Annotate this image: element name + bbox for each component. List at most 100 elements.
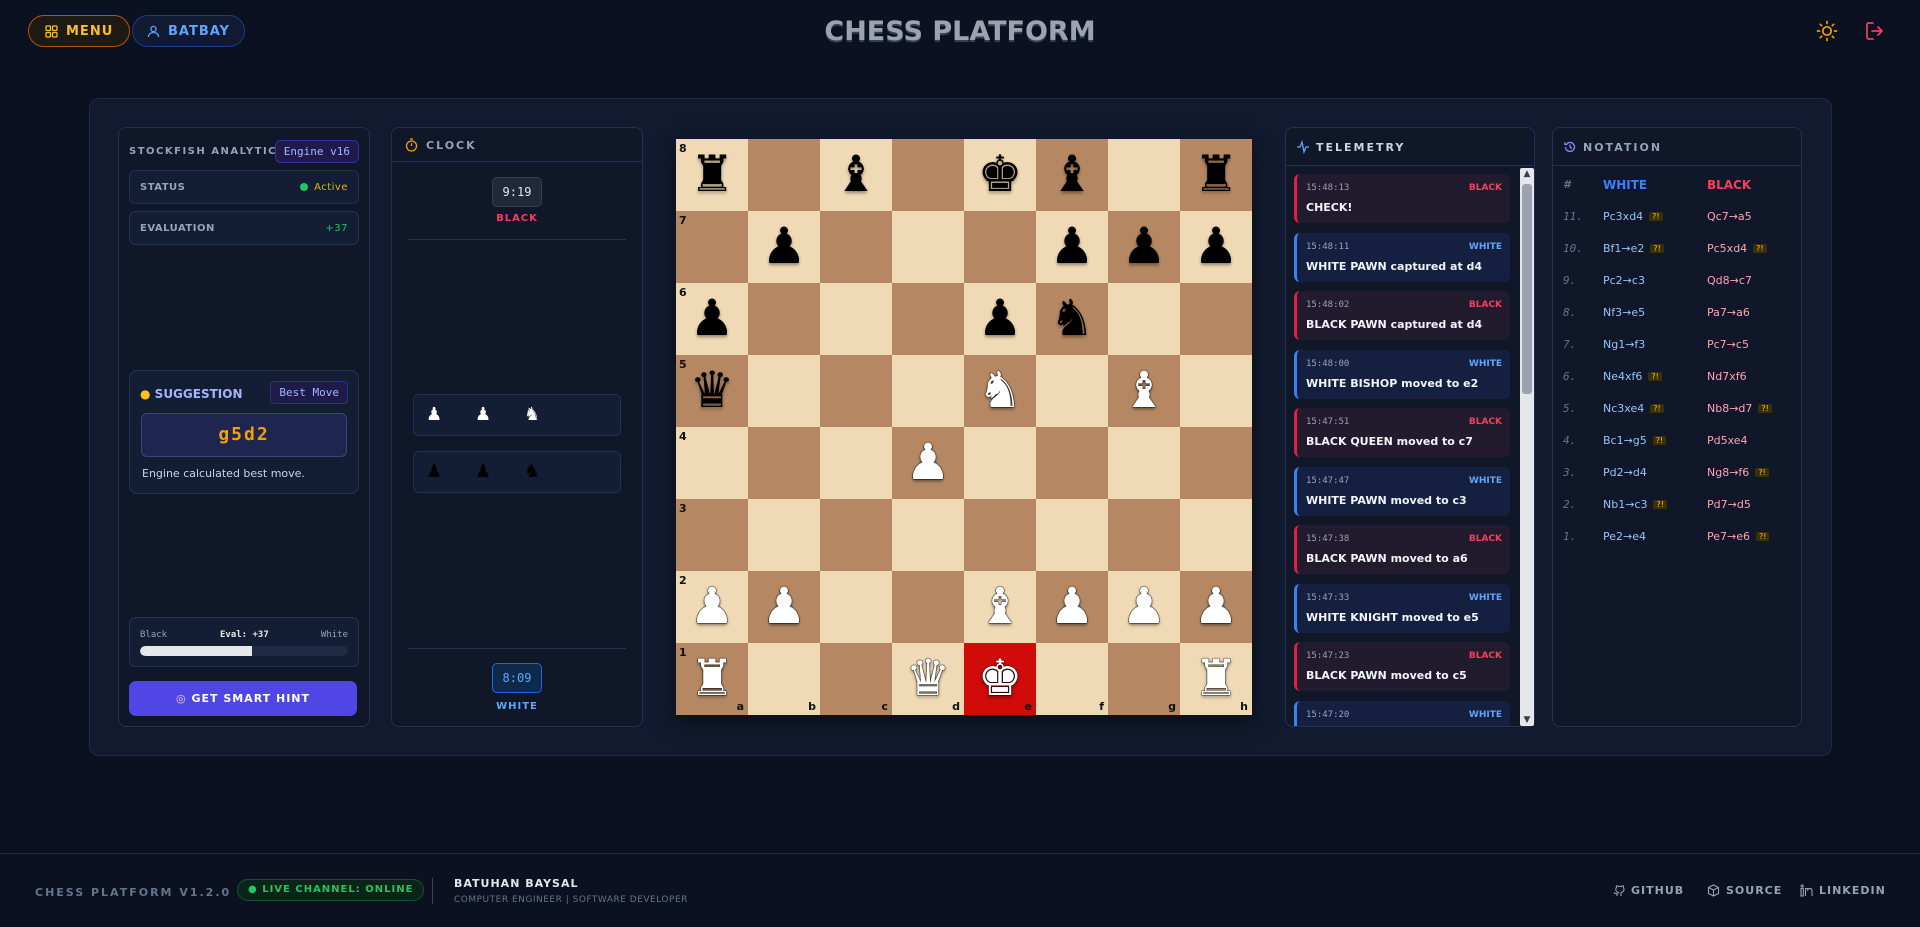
square-b4[interactable] [748, 427, 820, 499]
square-a3[interactable]: 3 [676, 499, 748, 571]
notation-row[interactable]: 5. Nc3xe4?! Nb8→d7?! [1553, 402, 1801, 422]
github-link[interactable]: GITHUB [1613, 884, 1684, 897]
white-pawn-icon[interactable]: ♟ [748, 571, 820, 643]
square-b6[interactable] [748, 283, 820, 355]
square-g7[interactable]: ♟ [1108, 211, 1180, 283]
scroll-down-icon[interactable]: ▼ [1520, 715, 1534, 725]
scroll-thumb[interactable] [1522, 184, 1532, 394]
square-e2[interactable]: ♝ [964, 571, 1036, 643]
square-f8[interactable]: ♝ [1036, 139, 1108, 211]
square-f7[interactable]: ♟ [1036, 211, 1108, 283]
square-g5[interactable]: ♝ [1108, 355, 1180, 427]
square-h7[interactable]: ♟ [1180, 211, 1252, 283]
square-c7[interactable] [820, 211, 892, 283]
white-pawn-icon[interactable]: ♟ [676, 571, 748, 643]
square-h3[interactable] [1180, 499, 1252, 571]
notation-row[interactable]: 7. Ng1→f3 Pc7→c5 [1553, 338, 1801, 358]
square-f1[interactable]: f [1036, 643, 1108, 715]
black-bishop-icon[interactable]: ♝ [820, 139, 892, 211]
black-king-icon[interactable]: ♚ [964, 139, 1036, 211]
square-g3[interactable] [1108, 499, 1180, 571]
square-a6[interactable]: 6 ♟ [676, 283, 748, 355]
square-f4[interactable] [1036, 427, 1108, 499]
square-e4[interactable] [964, 427, 1036, 499]
notation-row[interactable]: 2. Nb1→c3?! Pd7→d5 [1553, 498, 1801, 518]
notation-row[interactable]: 9. Pc2→c3 Qd8→c7 [1553, 274, 1801, 294]
square-a4[interactable]: 4 [676, 427, 748, 499]
black-pawn-icon[interactable]: ♟ [748, 211, 820, 283]
notation-row[interactable]: 11. Pc3xd4?! Qc7→a5 [1553, 210, 1801, 230]
square-b1[interactable]: b [748, 643, 820, 715]
square-h2[interactable]: ♟ [1180, 571, 1252, 643]
logout-icon[interactable] [1864, 20, 1886, 42]
square-a5[interactable]: 5 ♛ [676, 355, 748, 427]
white-pawn-icon[interactable]: ♟ [1036, 571, 1108, 643]
black-rook-icon[interactable]: ♜ [1180, 139, 1252, 211]
square-a7[interactable]: 7 [676, 211, 748, 283]
square-e8[interactable]: ♚ [964, 139, 1036, 211]
square-c4[interactable] [820, 427, 892, 499]
black-pawn-icon[interactable]: ♟ [1036, 211, 1108, 283]
square-h5[interactable] [1180, 355, 1252, 427]
white-queen-icon[interactable]: ♛ [892, 643, 964, 715]
square-h6[interactable] [1180, 283, 1252, 355]
square-d7[interactable] [892, 211, 964, 283]
notation-row[interactable]: 8. Nf3→e5 Pa7→a6 [1553, 306, 1801, 326]
sun-icon[interactable] [1816, 20, 1838, 42]
square-g4[interactable] [1108, 427, 1180, 499]
square-f5[interactable] [1036, 355, 1108, 427]
square-h1[interactable]: h ♜ [1180, 643, 1252, 715]
telemetry-list[interactable]: 15:48:13 BLACK CHECK! 15:48:11 WHITE WHITE PA… [1294, 174, 1510, 726]
square-e5[interactable]: ♞ [964, 355, 1036, 427]
square-h8[interactable]: ♜ [1180, 139, 1252, 211]
black-bishop-icon[interactable]: ♝ [1036, 139, 1108, 211]
white-bishop-icon[interactable]: ♝ [1108, 355, 1180, 427]
notation-row[interactable]: 1. Pe2→e4 Pe7→e6?! [1553, 530, 1801, 550]
square-d2[interactable] [892, 571, 964, 643]
square-c6[interactable] [820, 283, 892, 355]
square-c3[interactable] [820, 499, 892, 571]
square-a8[interactable]: 8 ♜ [676, 139, 748, 211]
notation-row[interactable]: 6. Ne4xf6?! Nd7xf6 [1553, 370, 1801, 390]
square-e3[interactable] [964, 499, 1036, 571]
black-knight-icon[interactable]: ♞ [1036, 283, 1108, 355]
smart-hint-button[interactable]: ◎ GET SMART HINT [129, 681, 357, 716]
square-e1[interactable]: e ♚ [964, 643, 1036, 715]
black-queen-icon[interactable]: ♛ [676, 355, 748, 427]
square-f3[interactable] [1036, 499, 1108, 571]
square-b7[interactable]: ♟ [748, 211, 820, 283]
black-pawn-icon[interactable]: ♟ [1180, 211, 1252, 283]
square-b8[interactable] [748, 139, 820, 211]
white-rook-icon[interactable]: ♜ [676, 643, 748, 715]
black-pawn-icon[interactable]: ♟ [1108, 211, 1180, 283]
square-f6[interactable]: ♞ [1036, 283, 1108, 355]
square-d6[interactable] [892, 283, 964, 355]
notation-row[interactable]: 4. Bc1→g5?! Pd5xe4 [1553, 434, 1801, 454]
square-e7[interactable] [964, 211, 1036, 283]
square-b5[interactable] [748, 355, 820, 427]
square-d5[interactable] [892, 355, 964, 427]
white-king-icon[interactable]: ♚ [964, 643, 1036, 715]
square-d3[interactable] [892, 499, 964, 571]
square-b3[interactable] [748, 499, 820, 571]
square-h4[interactable] [1180, 427, 1252, 499]
black-pawn-icon[interactable]: ♟ [676, 283, 748, 355]
black-rook-icon[interactable]: ♜ [676, 139, 748, 211]
square-a1[interactable]: 1 a ♜ [676, 643, 748, 715]
square-c2[interactable] [820, 571, 892, 643]
white-knight-icon[interactable]: ♞ [964, 355, 1036, 427]
white-pawn-icon[interactable]: ♟ [1108, 571, 1180, 643]
scroll-up-icon[interactable]: ▲ [1520, 169, 1534, 179]
square-e6[interactable]: ♟ [964, 283, 1036, 355]
source-link[interactable]: SOURCE [1707, 884, 1782, 897]
square-c1[interactable]: c [820, 643, 892, 715]
notation-row[interactable]: 10. Bf1→e2?! Pc5xd4?! [1553, 242, 1801, 262]
white-pawn-icon[interactable]: ♟ [1180, 571, 1252, 643]
linkedin-link[interactable]: LINKEDIN [1800, 884, 1886, 897]
white-rook-icon[interactable]: ♜ [1180, 643, 1252, 715]
square-g6[interactable] [1108, 283, 1180, 355]
black-pawn-icon[interactable]: ♟ [964, 283, 1036, 355]
white-bishop-icon[interactable]: ♝ [964, 571, 1036, 643]
square-b2[interactable]: ♟ [748, 571, 820, 643]
square-a2[interactable]: 2 ♟ [676, 571, 748, 643]
